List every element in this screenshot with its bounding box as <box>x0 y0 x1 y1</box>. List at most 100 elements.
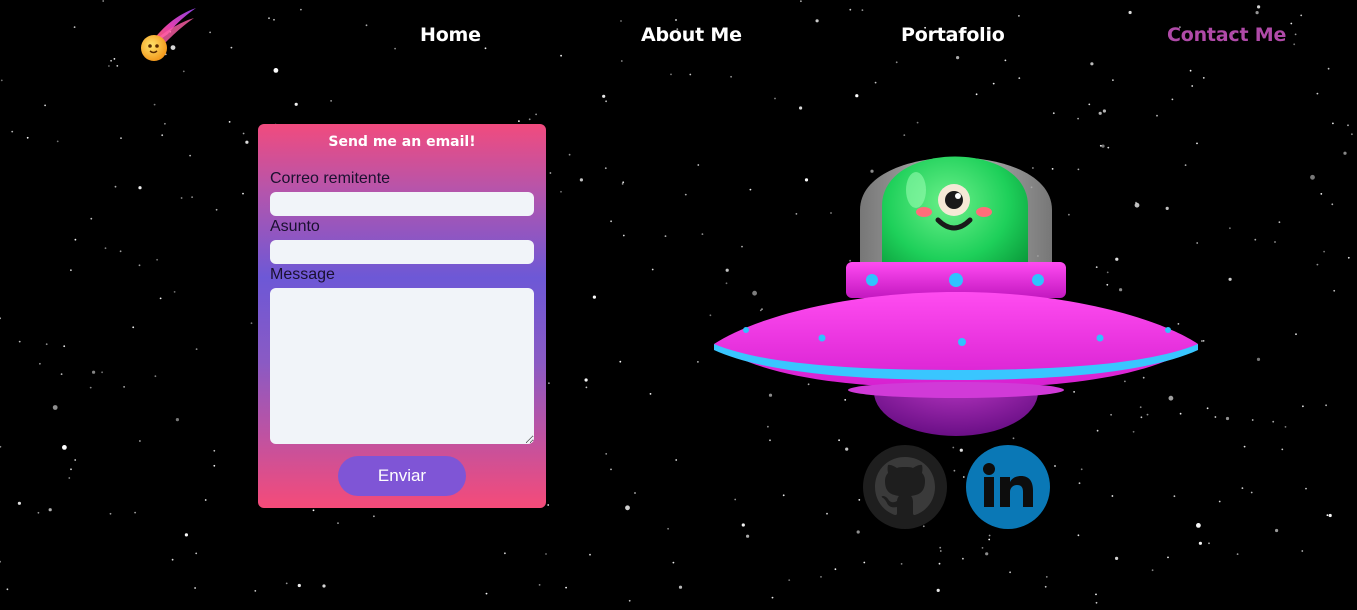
star <box>159 297 162 300</box>
star <box>56 140 59 143</box>
star <box>44 104 46 107</box>
star <box>195 348 198 350</box>
star <box>6 588 9 591</box>
star <box>1202 77 1205 79</box>
star <box>0 79 3 82</box>
star <box>1257 5 1261 9</box>
star <box>17 501 21 505</box>
star <box>1196 523 1201 528</box>
star <box>547 504 550 506</box>
star <box>664 235 667 238</box>
nav-portfolio-link[interactable]: Portafolio <box>901 24 1005 46</box>
sender-email-input[interactable] <box>270 192 534 216</box>
star <box>1111 495 1114 497</box>
star <box>195 552 198 555</box>
star <box>1302 405 1304 408</box>
star <box>120 137 122 140</box>
star <box>1191 85 1194 87</box>
star <box>936 588 940 593</box>
star <box>108 65 110 67</box>
star <box>1167 556 1169 559</box>
send-button[interactable]: Enviar <box>338 456 466 496</box>
star <box>856 530 860 534</box>
star <box>956 56 960 60</box>
star <box>1214 416 1217 418</box>
star <box>535 113 537 116</box>
message-textarea[interactable] <box>270 288 534 444</box>
star <box>962 557 964 560</box>
star <box>18 340 21 343</box>
star <box>1018 77 1021 79</box>
star <box>782 494 785 497</box>
star <box>62 445 67 450</box>
star <box>619 360 622 363</box>
star <box>589 553 591 556</box>
star <box>565 586 567 589</box>
star <box>1095 601 1098 604</box>
star <box>1256 357 1261 361</box>
star <box>273 68 279 73</box>
star <box>337 522 339 524</box>
star <box>191 196 194 199</box>
star <box>584 378 588 382</box>
star <box>667 527 669 530</box>
star <box>689 73 692 76</box>
star <box>518 120 520 122</box>
star <box>138 186 142 190</box>
star <box>230 46 233 49</box>
contact-form: Send me an email! Correo remitente Asunt… <box>258 124 546 508</box>
star <box>861 9 864 12</box>
nav-contact-link[interactable]: Contact Me <box>1167 24 1286 46</box>
star <box>1078 482 1081 485</box>
star <box>672 561 675 564</box>
star <box>621 183 624 185</box>
nav-home-link[interactable]: Home <box>420 24 481 46</box>
nav-about-link[interactable]: About Me <box>641 24 742 46</box>
linkedin-icon <box>966 445 1050 529</box>
star <box>820 576 822 578</box>
star <box>1090 62 1094 66</box>
star <box>1102 109 1106 113</box>
star <box>538 584 541 586</box>
star <box>1347 124 1349 127</box>
star <box>1316 263 1319 266</box>
star <box>215 208 218 211</box>
star <box>579 178 584 182</box>
star <box>545 553 547 555</box>
subject-input[interactable] <box>270 240 534 264</box>
star <box>1243 445 1246 448</box>
star <box>1328 513 1332 518</box>
star <box>863 561 866 564</box>
star <box>939 546 942 549</box>
star <box>37 511 40 514</box>
star <box>228 121 231 123</box>
star <box>900 563 903 565</box>
star <box>182 70 185 73</box>
star <box>678 585 683 589</box>
star <box>1300 14 1303 17</box>
star <box>895 61 898 64</box>
star <box>628 599 631 602</box>
star <box>184 533 188 537</box>
star <box>132 326 135 329</box>
star <box>1088 103 1091 106</box>
star <box>604 167 607 170</box>
star <box>365 24 368 27</box>
star <box>70 468 72 471</box>
star <box>826 512 828 515</box>
star <box>1301 550 1304 552</box>
star <box>1294 33 1297 36</box>
star <box>175 418 179 422</box>
linkedin-link[interactable] <box>966 445 1050 529</box>
star <box>70 269 72 272</box>
star <box>1278 221 1281 224</box>
star <box>285 582 288 585</box>
star <box>1189 69 1192 72</box>
star <box>675 459 678 461</box>
star <box>242 192 244 195</box>
github-link[interactable] <box>863 445 947 529</box>
star <box>620 20 622 22</box>
star <box>651 268 654 271</box>
comet-logo-icon[interactable] <box>134 4 198 68</box>
star <box>1225 416 1230 421</box>
